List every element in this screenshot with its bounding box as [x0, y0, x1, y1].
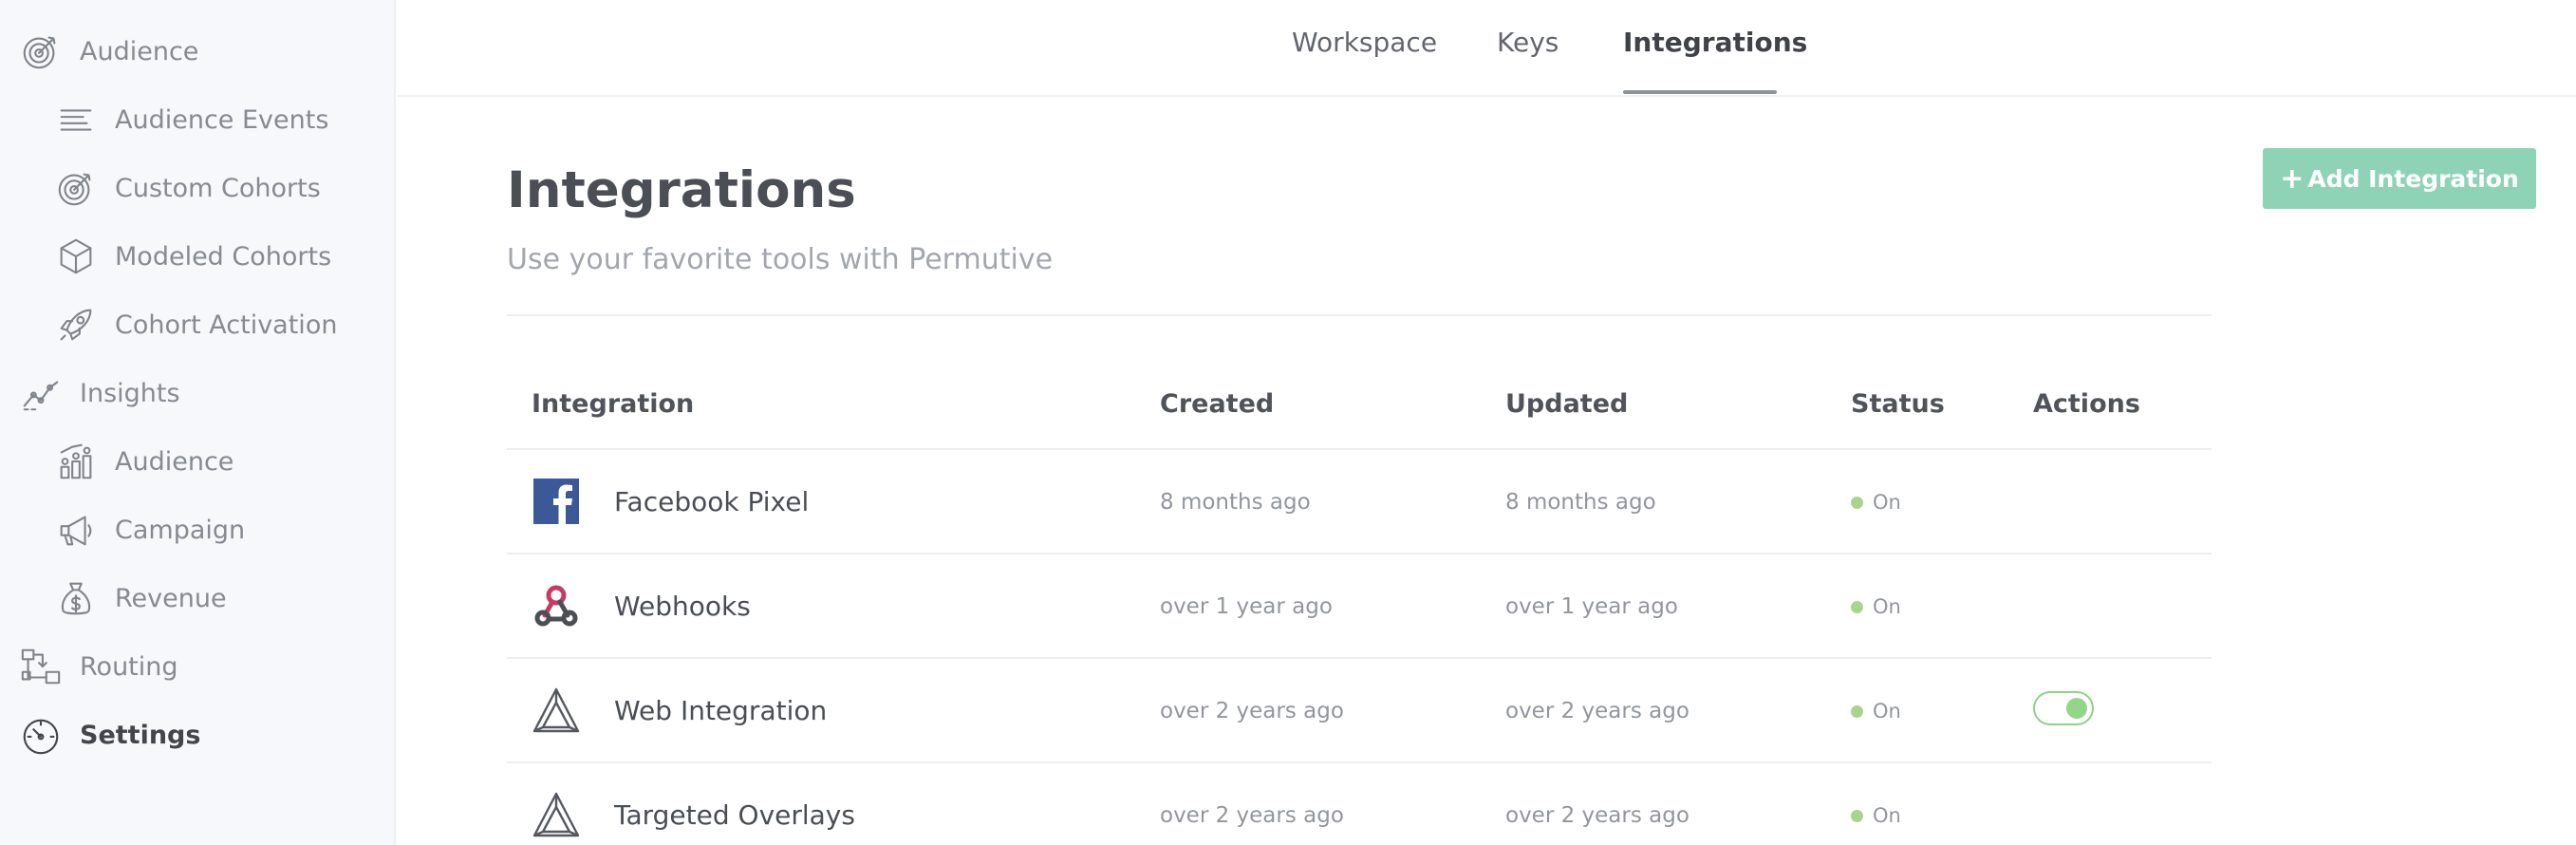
sidebar-item-label: Custom Cohorts [115, 173, 321, 203]
sidebar-item-custom-cohorts[interactable]: Custom Cohorts [52, 160, 321, 216]
sidebar-item-label: Settings [80, 720, 201, 750]
sidebar-item-label: Modeled Cohorts [115, 241, 332, 272]
created-date: over 2 years ago [1160, 803, 1344, 828]
trend-line-icon [17, 369, 65, 417]
lines-icon [52, 96, 100, 143]
target-icon [52, 164, 100, 212]
table-row: Facebook Pixel 8 months ago 8 months ago… [507, 448, 2212, 553]
sidebar: Audience Audience Events Custom Cohorts … [0, 0, 396, 845]
tab-workspace[interactable]: Workspace [1292, 27, 1437, 58]
sidebar-item-modeled-cohorts[interactable]: Modeled Cohorts [52, 228, 331, 285]
sidebar-item-insights-audience[interactable]: Audience [52, 433, 233, 490]
rocket-icon [52, 301, 100, 348]
webhooks-icon [532, 581, 581, 630]
created-date: over 2 years ago [1160, 699, 1344, 723]
status-text: On [1873, 700, 1901, 723]
status-badge: On [1851, 700, 1901, 723]
sidebar-item-label: Insights [80, 378, 180, 408]
gauge-icon [17, 711, 65, 759]
sidebar-item-label: Routing [80, 651, 178, 682]
header-divider [507, 314, 2212, 316]
created-date: 8 months ago [1160, 490, 1311, 515]
target-icon [17, 28, 65, 75]
sidebar-item-revenue[interactable]: Revenue [52, 570, 227, 627]
sidebar-item-cohort-activation[interactable]: Cohort Activation [52, 296, 337, 353]
status-badge: On [1851, 491, 1901, 514]
sidebar-item-campaign[interactable]: Campaign [52, 501, 245, 558]
page-subtitle: Use your favorite tools with Permutive [507, 243, 1054, 276]
people-bars-icon [52, 438, 100, 485]
cube-icon [52, 233, 100, 280]
column-header-created: Created [1160, 389, 1275, 419]
table-row: Webhooks over 1 year ago over 1 year ago… [507, 553, 2212, 657]
integration-name[interactable]: Targeted Overlays [614, 799, 855, 831]
sidebar-item-label: Campaign [115, 515, 246, 545]
updated-date: over 2 years ago [1505, 803, 1689, 828]
sidebar-item-audience-events[interactable]: Audience Events [52, 91, 328, 148]
sidebar-item-audience[interactable]: Audience [17, 23, 198, 80]
updated-date: over 1 year ago [1505, 594, 1678, 619]
toggle-knob [2066, 698, 2087, 719]
status-text: On [1873, 804, 1901, 827]
table-row: Targeted Overlays over 2 years ago over … [507, 761, 2212, 845]
table-row: Web Integration over 2 years ago over 2 … [507, 657, 2212, 761]
sidebar-item-label: Revenue [115, 583, 227, 613]
status-text: On [1873, 491, 1901, 514]
permutive-logo-icon [532, 790, 581, 839]
updated-date: 8 months ago [1505, 490, 1656, 515]
updated-date: over 2 years ago [1505, 699, 1689, 723]
sidebar-item-label: Audience Events [115, 104, 329, 135]
permutive-logo-icon [532, 685, 581, 735]
status-dot [1851, 704, 1863, 718]
column-header-status: Status [1851, 389, 1945, 419]
tab-keys[interactable]: Keys [1497, 27, 1559, 58]
routing-icon [17, 643, 65, 690]
tab-integrations[interactable]: Integrations [1623, 27, 1807, 58]
sidebar-item-label: Cohort Activation [115, 310, 338, 340]
created-date: over 1 year ago [1160, 594, 1333, 619]
page-title: Integrations [507, 161, 856, 219]
active-tab-indicator [1623, 90, 1777, 94]
sidebar-item-label: Audience [115, 446, 234, 477]
megaphone-icon [52, 506, 100, 554]
enable-toggle[interactable] [2033, 691, 2094, 725]
column-header-updated: Updated [1505, 389, 1629, 419]
sidebar-item-routing[interactable]: Routing [17, 638, 178, 695]
column-header-actions: Actions [2033, 389, 2140, 419]
status-dot [1851, 600, 1863, 613]
facebook-icon [532, 477, 581, 526]
status-text: On [1873, 595, 1901, 618]
sidebar-item-settings[interactable]: Settings [17, 706, 200, 763]
integration-name[interactable]: Facebook Pixel [614, 486, 809, 517]
status-badge: On [1851, 804, 1901, 827]
column-header-integration: Integration [532, 389, 695, 419]
add-integration-label: Add Integration [2307, 164, 2519, 193]
plus-icon: + [2280, 161, 2305, 196]
money-bag-icon [52, 574, 100, 622]
status-dot [1851, 809, 1863, 822]
status-badge: On [1851, 595, 1901, 618]
add-integration-button[interactable]: + Add Integration [2263, 148, 2536, 209]
sidebar-item-insights[interactable]: Insights [17, 365, 180, 422]
sidebar-item-label: Audience [80, 36, 199, 66]
settings-tabs: Workspace Keys Integrations [398, 0, 2576, 97]
integration-name[interactable]: Web Integration [614, 695, 827, 726]
status-dot [1851, 496, 1863, 509]
integration-name[interactable]: Webhooks [614, 591, 751, 622]
